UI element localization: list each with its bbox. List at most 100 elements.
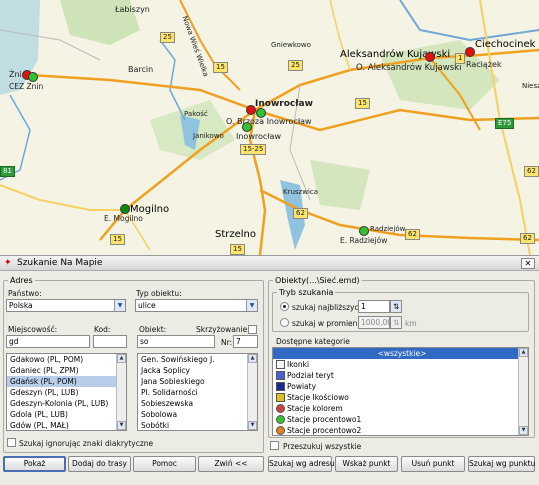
- scroll-up-icon[interactable]: ▲: [248, 354, 257, 363]
- city-label: Inowrocław: [255, 99, 313, 109]
- scrollbar[interactable]: ▲ ▼: [247, 354, 257, 430]
- scrollbar[interactable]: ▲ ▼: [116, 354, 126, 430]
- scroll-down-icon[interactable]: ▼: [117, 421, 126, 430]
- scroll-up-icon[interactable]: ▲: [117, 354, 126, 363]
- road-number: 62: [520, 233, 535, 244]
- road-number: 25: [160, 32, 175, 43]
- list-item[interactable]: <wszystkie>: [273, 348, 528, 359]
- spin-icon[interactable]: ⇅: [390, 316, 402, 329]
- list-item[interactable]: Gdakowo (PL, POM): [7, 354, 126, 365]
- list-item[interactable]: Jana Sobieskiego: [138, 376, 257, 387]
- city-input[interactable]: gd: [6, 335, 90, 348]
- list-item[interactable]: Jacka Soplicy: [138, 365, 257, 376]
- list-item[interactable]: Stacje procentowo1: [273, 414, 528, 425]
- postal-code-input[interactable]: [93, 335, 127, 348]
- scrollbar[interactable]: ▲ ▼: [518, 348, 528, 435]
- list-item[interactable]: Gdola (PL, LUB): [7, 409, 126, 420]
- chevron-down-icon[interactable]: ▼: [246, 300, 257, 311]
- ignore-diacritics-label: Szukaj ignorując znaki diakrytyczne: [19, 439, 154, 448]
- country-select[interactable]: Polska ▼: [6, 299, 126, 312]
- city-label: Raciążek: [466, 60, 502, 69]
- scroll-down-icon[interactable]: ▼: [248, 421, 257, 430]
- intersection-label: Skrzyżowanie: [196, 325, 248, 334]
- search-all-checkbox[interactable]: [270, 441, 279, 450]
- list-item[interactable]: Gdeszyn-Kolonia (PL, LUB): [7, 398, 126, 409]
- list-item[interactable]: Gen. Sowińskiego J.: [138, 354, 257, 365]
- map-pin[interactable]: [256, 108, 266, 118]
- search-dialog: ✦ Szukanie Na Mapie ✕ Adres Państwo: Pol…: [0, 255, 539, 485]
- object-type-value: ulice: [138, 301, 156, 310]
- road-number: 62: [405, 229, 420, 240]
- number-input[interactable]: 7: [233, 335, 258, 348]
- nearest-radio[interactable]: [280, 302, 289, 311]
- map-pin[interactable]: [425, 52, 435, 62]
- city-label: Janikowo: [193, 132, 224, 140]
- dialog-title: Szukanie Na Mapie: [17, 258, 103, 268]
- category-label: Stacje procentowo2: [287, 426, 362, 435]
- list-item[interactable]: Sobolowa: [138, 409, 257, 420]
- map-pin[interactable]: [246, 105, 256, 115]
- list-item[interactable]: Gdeszyn (PL, LUB): [7, 387, 126, 398]
- dialog-titlebar[interactable]: ✦ Szukanie Na Mapie ✕: [0, 256, 539, 271]
- show-button[interactable]: Pokaż: [3, 456, 66, 472]
- street-results-list[interactable]: Gen. Sowińskiego J. Jacka Soplicy Jana S…: [137, 353, 258, 431]
- nearest-count-input[interactable]: 1: [358, 300, 390, 313]
- objects-legend: Obiekty(...\Sieć.emd): [275, 276, 360, 285]
- remove-point-button[interactable]: Usuń punkt: [401, 456, 465, 472]
- list-item[interactable]: Pl. Solidarności: [138, 387, 257, 398]
- road-number: 1: [455, 53, 466, 64]
- list-item[interactable]: Gdańsk (PL, POM): [7, 376, 126, 387]
- road-number: 15: [355, 98, 370, 109]
- app-icon: ✦: [4, 257, 12, 268]
- map-graphics: [0, 0, 539, 255]
- categories-list[interactable]: <wszystkie> Ikonki Podział teryt Powiaty…: [272, 347, 529, 436]
- pick-point-button[interactable]: Wskaż punkt: [335, 456, 398, 472]
- list-item[interactable]: Stacje Ikościowo: [273, 392, 528, 403]
- ignore-diacritics-checkbox[interactable]: [7, 438, 16, 447]
- list-item[interactable]: Ikonki: [273, 359, 528, 370]
- scroll-up-icon[interactable]: ▲: [519, 348, 528, 357]
- map-pin[interactable]: [242, 122, 252, 132]
- search-all-label: Przeszukuj wszystkie: [283, 442, 362, 451]
- collapse-button[interactable]: Zwiń <<: [198, 456, 264, 472]
- city-label: Gniewkowo: [271, 41, 311, 49]
- list-item[interactable]: Gdaniec (PL, ZPM): [7, 365, 126, 376]
- list-item[interactable]: Sobótki: [138, 420, 257, 430]
- category-icon: [276, 404, 285, 413]
- road-number: 15: [230, 244, 245, 255]
- city-label: Kruszwica: [283, 188, 319, 196]
- add-to-route-button[interactable]: Dodaj do trasy: [68, 456, 131, 472]
- road-number: 62: [524, 166, 539, 177]
- city-label: Nieszawa: [522, 82, 539, 90]
- category-label: Stacje procentowo1: [287, 415, 362, 424]
- list-item[interactable]: Powiaty: [273, 381, 528, 392]
- search-by-address-button[interactable]: Szukaj wg adresu: [268, 456, 335, 472]
- search-by-point-button[interactable]: Szukaj wg punktu: [468, 456, 535, 472]
- list-item[interactable]: Stacje procentowo2: [273, 425, 528, 435]
- chevron-down-icon[interactable]: ▼: [114, 300, 125, 311]
- search-mode-legend: Tryb szukania: [279, 288, 334, 297]
- object-type-select[interactable]: ulice ▼: [135, 299, 258, 312]
- list-item[interactable]: Sobieszewska: [138, 398, 257, 409]
- spin-icon[interactable]: ⇅: [390, 300, 402, 313]
- category-icon: [276, 415, 285, 424]
- radius-input[interactable]: 1000,00: [358, 316, 390, 329]
- map-pin[interactable]: [359, 226, 369, 236]
- city-label: Inowrocław: [236, 132, 281, 141]
- map-pin[interactable]: [465, 47, 475, 57]
- road-number: 25: [288, 60, 303, 71]
- categories-label: Dostępne kategorie: [276, 337, 350, 346]
- map-pin[interactable]: [120, 204, 130, 214]
- list-item[interactable]: Gdów (PL, MAŁ): [7, 420, 126, 430]
- map-view[interactable]: Łabiszyn Nowa Wieś Wielka Barcin Gniewko…: [0, 0, 539, 255]
- city-results-list[interactable]: Gdakowo (PL, POM) Gdaniec (PL, ZPM) Gdań…: [6, 353, 127, 431]
- help-button[interactable]: Pomoc: [133, 456, 196, 472]
- object-input[interactable]: so: [137, 335, 215, 348]
- list-item[interactable]: Podział teryt: [273, 370, 528, 381]
- map-pin[interactable]: [28, 72, 38, 82]
- list-item[interactable]: Stacje kolorem: [273, 403, 528, 414]
- scroll-down-icon[interactable]: ▼: [519, 426, 528, 435]
- intersection-checkbox[interactable]: [248, 325, 257, 334]
- radius-radio[interactable]: [280, 318, 289, 327]
- close-icon[interactable]: ✕: [521, 257, 535, 269]
